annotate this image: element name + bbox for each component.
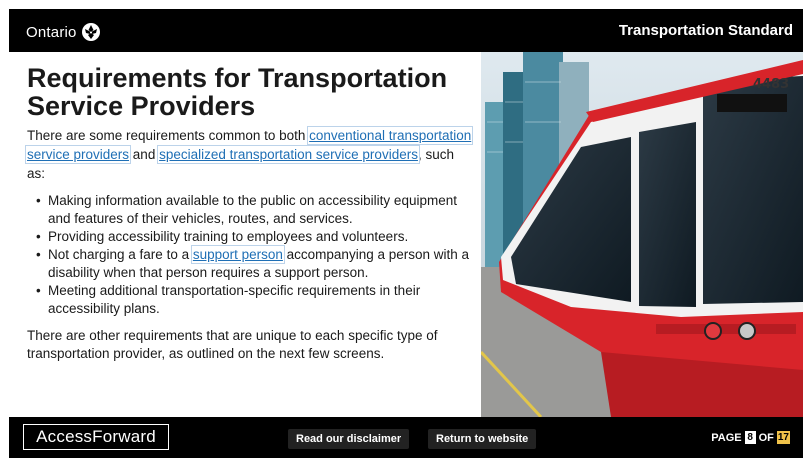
- disclaimer-button[interactable]: Read our disclaimer: [288, 429, 410, 449]
- bottom-bar: AccessForward Read our disclaimer Return…: [9, 417, 803, 458]
- ontario-logo-text: Ontario: [26, 23, 77, 41]
- main-content: Requirements for Transportation Service …: [24, 63, 474, 363]
- bullet-icon: •: [36, 229, 41, 244]
- return-to-website-button[interactable]: Return to website: [428, 429, 537, 449]
- course-slide: Ontario Transportation Standard Requirem…: [9, 9, 803, 458]
- list-item: • Not charging a fare to a support person…: [36, 245, 473, 282]
- list-item-text: Not charging a fare to a: [48, 247, 193, 262]
- module-title: Transportation Standard: [618, 22, 793, 39]
- list-item-text: Providing accessibility training to empl…: [48, 229, 409, 244]
- bullet-icon: •: [36, 283, 41, 298]
- list-item-text: Making information available to the publ…: [48, 193, 457, 226]
- list-item: • Providing accessibility training to emp…: [36, 228, 473, 246]
- page-indicator: PAGE 8 OF 17: [711, 431, 790, 444]
- requirements-list: • Making information available to the pub…: [27, 192, 473, 318]
- bullet-icon: •: [36, 193, 41, 208]
- streetcar-photo: 4483: [481, 52, 803, 417]
- top-bar: Ontario Transportation Standard: [9, 9, 803, 52]
- support-person-link[interactable]: support person: [190, 245, 285, 264]
- page-of-label: OF: [758, 431, 774, 444]
- list-item-text: Meeting additional transportation-specif…: [48, 283, 421, 316]
- intro-text-start: There are some requirements common to bo…: [27, 128, 310, 143]
- ontario-logo[interactable]: Ontario: [26, 21, 101, 43]
- bullet-icon: •: [36, 247, 41, 262]
- trillium-icon: [81, 23, 100, 41]
- streetcar-number: 4483: [753, 77, 789, 92]
- page-label: PAGE: [711, 431, 742, 444]
- streetcar-illustration: 4483: [481, 52, 803, 417]
- intro-paragraph: There are some requirements common to bo…: [24, 126, 474, 183]
- list-item: • Meeting additional transportation-speci…: [36, 282, 473, 318]
- current-page: 8: [744, 431, 756, 444]
- intro-text-and: and: [129, 147, 160, 162]
- specialized-providers-link[interactable]: specialized transportation service provi…: [157, 145, 420, 164]
- total-pages: 17: [776, 431, 790, 444]
- outro-paragraph: There are other requirements that are un…: [27, 328, 438, 361]
- page-title: Requirements for Transportation Service …: [27, 63, 448, 121]
- accessforward-brand[interactable]: AccessForward: [23, 424, 169, 450]
- list-item: • Making information available to the pub…: [36, 192, 473, 228]
